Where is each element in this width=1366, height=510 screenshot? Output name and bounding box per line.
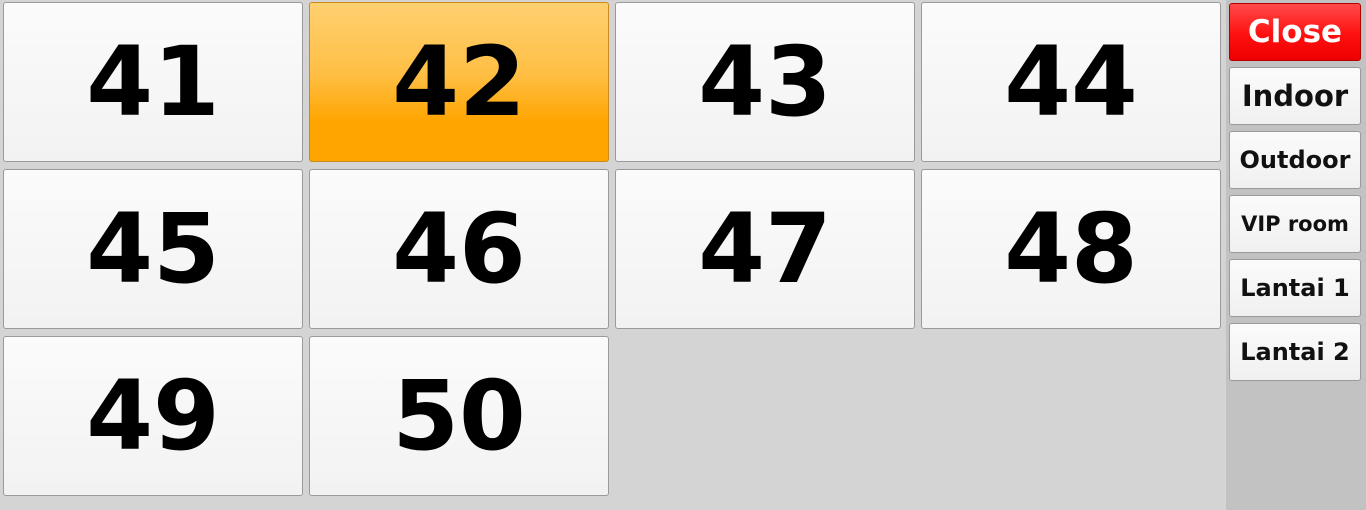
area-button-outdoor[interactable]: Outdoor [1229, 131, 1361, 189]
table-button-47[interactable]: 47 [615, 169, 915, 329]
area-button-indoor[interactable]: Indoor [1229, 67, 1361, 125]
area-sidebar: Close Indoor Outdoor VIP room Lantai 1 L… [1226, 0, 1366, 510]
table-button-45[interactable]: 45 [3, 169, 303, 329]
table-button-46[interactable]: 46 [309, 169, 609, 329]
area-button-vip-room[interactable]: VIP room [1229, 195, 1361, 253]
area-button-lantai-1[interactable]: Lantai 1 [1229, 259, 1361, 317]
table-button-43[interactable]: 43 [615, 2, 915, 162]
table-button-49[interactable]: 49 [3, 336, 303, 496]
table-grid: 41 42 43 44 45 46 47 48 49 50 [0, 0, 1226, 510]
table-button-41[interactable]: 41 [3, 2, 303, 162]
area-button-lantai-2[interactable]: Lantai 2 [1229, 323, 1361, 381]
close-button[interactable]: Close [1229, 3, 1361, 61]
table-button-50[interactable]: 50 [309, 336, 609, 496]
table-button-48[interactable]: 48 [921, 169, 1221, 329]
table-button-44[interactable]: 44 [921, 2, 1221, 162]
table-button-42-selected[interactable]: 42 [309, 2, 609, 162]
